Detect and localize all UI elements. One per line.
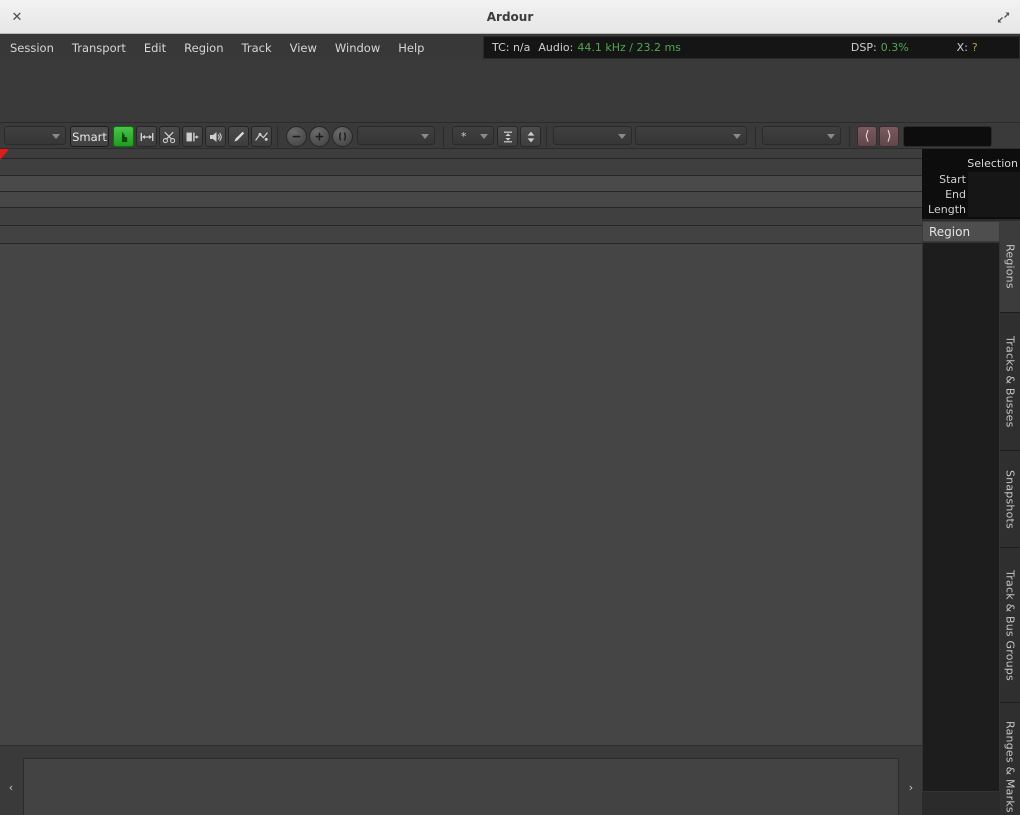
sidebar-tab-tracks-busses[interactable]: Tracks & Busses [1000,313,1020,451]
divider [546,126,547,147]
ruler-area[interactable] [0,149,922,245]
ardour-window: ✕ Ardour Session Transport Edit Region T… [0,0,1020,815]
dsp-value: 0.3% [881,41,909,54]
status-strip: TC: n/a Audio: 44.1 kHz / 23.2 ms DSP: 0… [483,36,1020,59]
selection-start-value[interactable] [968,172,1020,187]
shrink-tracks-icon[interactable] [497,126,518,147]
window-titlebar: ✕ Ardour [0,0,1020,34]
menu-window[interactable]: Window [327,38,388,58]
stretch-tool[interactable] [182,126,203,147]
window-title: Ardour [0,0,1020,34]
audition-tool[interactable] [205,126,226,147]
edit-mode-dropdown[interactable] [4,126,66,145]
menu-track[interactable]: Track [234,38,280,58]
zoom-out-icon[interactable] [286,126,307,147]
snap-mode-value: * [461,130,467,143]
snap-mode-dropdown[interactable]: * [452,126,494,145]
summary-view[interactable] [23,758,899,815]
menu-view[interactable]: View [282,38,325,58]
transport-bar: Stop Punch: In Out Rec: Non-Layered Foll… [0,61,1020,123]
draw-tool[interactable] [228,126,249,147]
nudge-forward-icon[interactable]: ⟩ [879,126,899,147]
ruler-lane-marks[interactable] [0,149,922,159]
cut-tool[interactable] [159,126,180,147]
expand-tracks-icon[interactable] [520,126,541,147]
ruler-lane-timecode[interactable] [0,192,922,208]
sidebar-tab-ranges-marks[interactable]: Ranges & Marks [1000,703,1020,815]
selection-end-value[interactable] [968,187,1020,202]
selection-length-value[interactable] [968,202,1020,217]
menu-edit[interactable]: Edit [136,38,174,58]
summary-scroll-left-button[interactable]: ‹ [0,758,22,815]
grid-dropdown[interactable] [553,126,632,145]
divider [849,126,850,147]
sidebar-tab-snapshots[interactable]: Snapshots [1000,451,1020,548]
zoom-to-session-icon[interactable] [332,126,353,147]
menu-help[interactable]: Help [390,38,432,58]
dsp-label: DSP: [851,41,877,54]
summary-scroll-right-button[interactable]: › [900,758,922,815]
ruler-lane-loop-punch[interactable] [0,176,922,192]
maximize-icon[interactable] [994,8,1012,26]
sidebar-tab-regions[interactable]: Regions [1000,221,1020,313]
selection-start-label: Start [922,173,966,186]
edit-point-dropdown[interactable] [635,126,747,145]
menu-region[interactable]: Region [176,38,231,58]
track-canvas[interactable] [0,245,922,745]
divider [277,126,278,147]
ruler-lane-meter[interactable] [0,226,922,244]
ruler-dropdown[interactable] [762,126,841,145]
editor-canvas[interactable] [0,149,922,745]
nudge-clock[interactable] [903,126,992,147]
region-list[interactable] [922,242,1000,792]
selection-end-label: End [922,188,966,201]
edit-tool[interactable] [251,126,272,147]
ruler-lane-range[interactable] [0,159,922,176]
ruler-lane-tempo[interactable] [0,208,922,226]
zoom-in-icon[interactable] [309,126,330,147]
sidebar-tab-track-bus-groups[interactable]: Track & Bus Groups [1000,548,1020,703]
zoom-focus-dropdown[interactable] [357,126,435,145]
divider [755,126,756,147]
audio-status-label: Audio: [538,41,573,54]
selection-panel: Selection Start End Length [922,155,1020,219]
xrun-label: X: [957,41,968,54]
range-tool[interactable] [136,126,157,147]
region-list-header[interactable]: Region [922,221,1000,242]
xrun-value: ? [972,41,978,54]
audio-status-value: 44.1 kHz / 23.2 ms [577,41,681,54]
nudge-backward-icon[interactable]: ⟨ [857,126,877,147]
grab-tool[interactable] [113,126,134,147]
sidebar-tabs: Regions Tracks & Busses Snapshots Track … [1000,221,1020,792]
smart-mode-button[interactable]: Smart [70,126,109,147]
menu-transport[interactable]: Transport [64,38,134,58]
timecode-status: TC: n/a [492,41,530,54]
selection-length-label: Length [922,203,966,216]
selection-title: Selection [967,157,1018,170]
menu-session[interactable]: Session [2,38,62,58]
divider [443,126,444,147]
editor-sidebar: Selection Start End Length Region Region… [922,149,1020,815]
summary-pane: ‹ › [0,745,922,815]
